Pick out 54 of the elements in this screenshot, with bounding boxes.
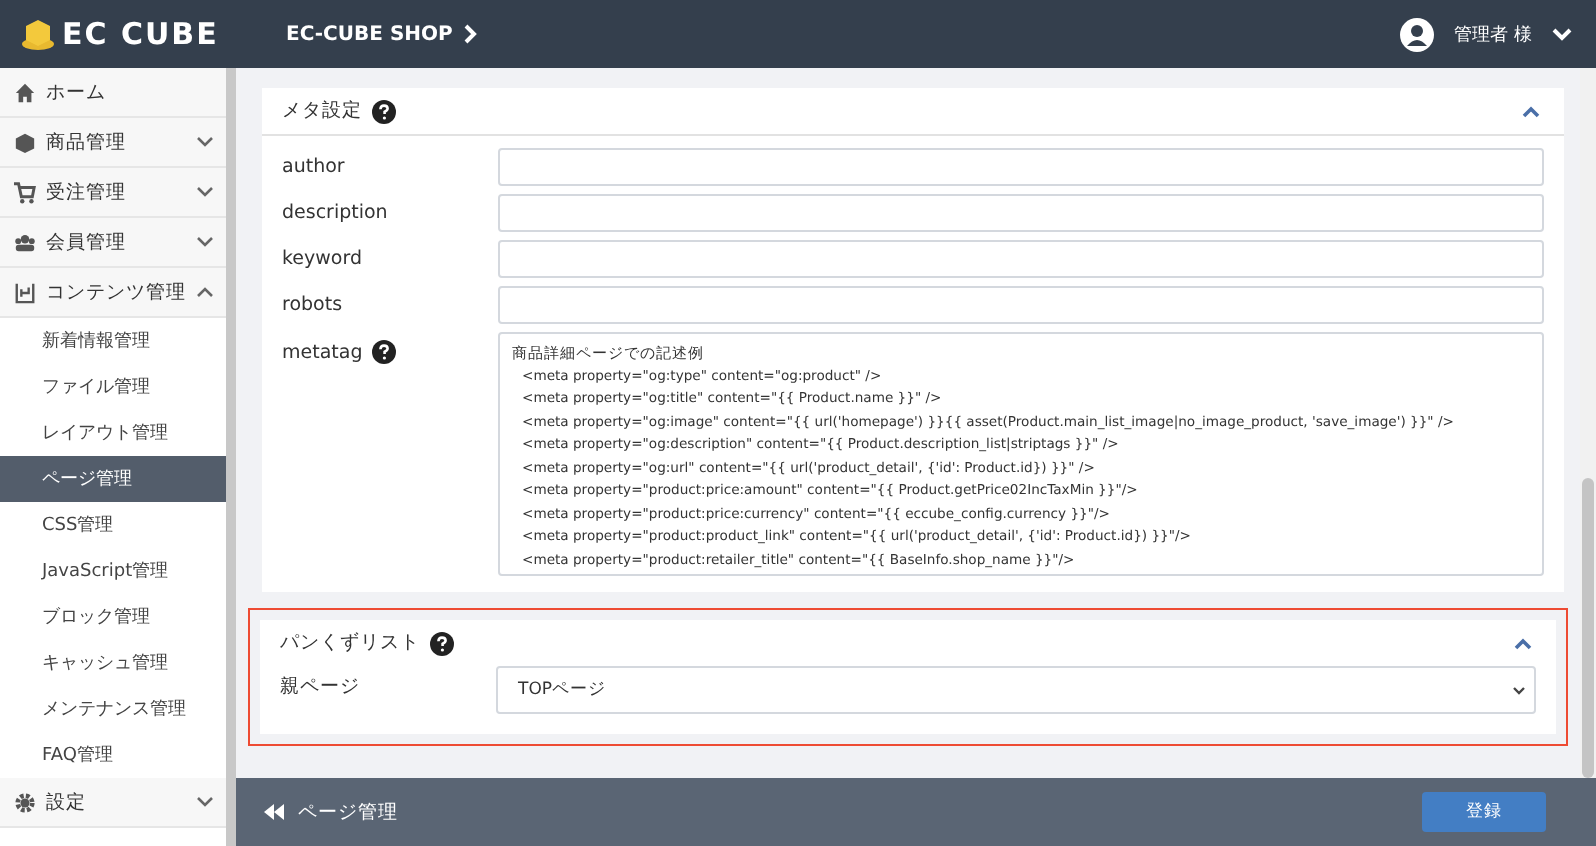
cube-icon: [14, 131, 36, 153]
cube-logo-icon: [20, 18, 56, 50]
sidebar-item[interactable]: 受注管理: [0, 168, 226, 218]
help-icon[interactable]: [430, 631, 454, 655]
text-input-field[interactable]: [498, 194, 1544, 232]
double-arrow-left-icon: [264, 804, 284, 820]
sidebar-subitem[interactable]: FAQ管理: [0, 732, 226, 778]
metatag-textarea[interactable]: [498, 332, 1544, 576]
chevron-down-icon: [1512, 685, 1526, 695]
sidebar-subitem[interactable]: 新着情報管理: [0, 318, 226, 364]
users-icon: [14, 231, 36, 253]
parent-page-select[interactable]: TOPページ: [496, 666, 1536, 714]
cart-icon: [14, 181, 36, 203]
content-icon: [14, 281, 36, 303]
sidebar-subitem[interactable]: レイアウト管理: [0, 410, 226, 456]
scrollbar-thumb[interactable]: [1582, 478, 1594, 778]
submit-button[interactable]: 登録: [1422, 792, 1546, 832]
scrollbar[interactable]: [226, 68, 236, 846]
sidebar-subitem[interactable]: ページ管理: [0, 456, 226, 502]
sidebar-item[interactable]: 設定: [0, 778, 226, 828]
sidebar-subitem[interactable]: JavaScript管理: [0, 548, 226, 594]
text-input-field[interactable]: [498, 148, 1544, 186]
logo-text: EC CUBE: [62, 16, 219, 52]
sidebar-item[interactable]: ホーム: [0, 68, 226, 118]
card-title: メタ設定: [282, 98, 362, 124]
field-label: description: [282, 202, 388, 224]
text-input-field[interactable]: [498, 240, 1544, 278]
text-input-field[interactable]: [498, 286, 1544, 324]
field-label: 親ページ: [280, 674, 360, 700]
sidebar-item[interactable]: 会員管理: [0, 218, 226, 268]
sidebar-subitem[interactable]: ファイル管理: [0, 364, 226, 410]
sidebar-item[interactable]: 商品管理: [0, 118, 226, 168]
card-title: パンくずリスト: [280, 630, 420, 656]
back-link[interactable]: ページ管理: [264, 799, 398, 825]
shop-name[interactable]: EC-CUBE SHOP: [286, 23, 453, 45]
settings-icon: [14, 791, 36, 813]
help-icon[interactable]: [372, 340, 397, 364]
sidebar-item[interactable]: コンテンツ管理: [0, 268, 226, 318]
field-label: metatag: [282, 341, 363, 363]
home-icon: [14, 81, 36, 103]
help-icon[interactable]: [372, 99, 396, 123]
sidebar-subitem[interactable]: CSS管理: [0, 502, 226, 548]
sidebar-subitem[interactable]: メンテナンス管理: [0, 686, 226, 732]
field-label: author: [282, 156, 345, 178]
sidebar-subitem[interactable]: キャッシュ管理: [0, 640, 226, 686]
collapse-icon[interactable]: [1514, 637, 1532, 649]
user-name[interactable]: 管理者 様: [1454, 21, 1532, 47]
user-avatar-icon: [1400, 17, 1435, 51]
sidebar-subitem[interactable]: ブロック管理: [0, 594, 226, 640]
chevron-down-icon: [1552, 27, 1572, 41]
collapse-icon[interactable]: [1522, 105, 1540, 117]
field-label: keyword: [282, 248, 362, 270]
field-label: robots: [282, 294, 343, 316]
chevron-right-icon: [464, 24, 479, 44]
